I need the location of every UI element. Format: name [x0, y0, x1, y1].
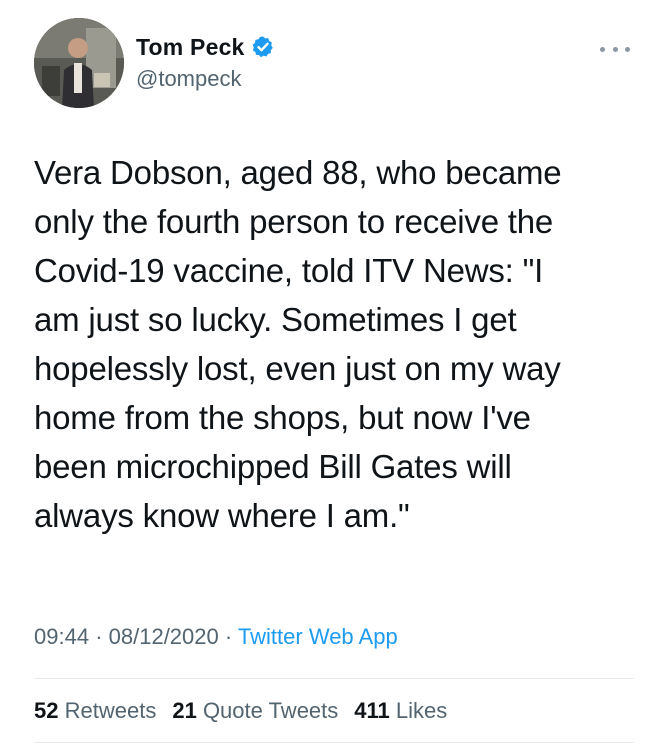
- likes-label: Likes: [395, 698, 448, 723]
- tweet-meta: 09:44 · 08/12/2020 · Twitter Web App: [34, 624, 398, 650]
- tweet-text-line: hopelessly lost, even just on my way: [34, 350, 561, 387]
- tweet-text-line: been microchipped Bill Gates will: [34, 448, 512, 485]
- author-names: Tom Peck @tompeck: [136, 32, 275, 92]
- tweet-text: Vera Dobson, aged 88, who became only th…: [34, 148, 634, 540]
- tweet-date[interactable]: 08/12/2020: [109, 624, 219, 649]
- likes-stat[interactable]: 411 Likes: [354, 698, 447, 724]
- tweet-text-line: Covid-19 vaccine, told ITV News: "I: [34, 252, 544, 289]
- tweet-stats: 52 Retweets 21 Quote Tweets 411 Likes: [34, 698, 447, 724]
- tweet-text-line: am just so lucky. Sometimes I get: [34, 301, 517, 338]
- more-dot: [600, 46, 605, 52]
- quote-tweets-count: 21: [172, 698, 197, 723]
- tweet-text-line: Vera Dobson, aged 88, who became: [34, 154, 562, 191]
- likes-count: 411: [354, 698, 390, 723]
- display-name[interactable]: Tom Peck: [136, 34, 245, 61]
- tweet-time[interactable]: 09:44: [34, 624, 89, 649]
- more-dot: [612, 46, 618, 52]
- meta-separator: ·: [224, 624, 233, 649]
- tweet-header: Tom Peck @tompeck: [34, 18, 634, 108]
- display-name-row: Tom Peck: [136, 32, 275, 62]
- tweet-card: Tom Peck @tompeck Vera Dobson, aged 88, …: [0, 0, 662, 750]
- quote-tweets-stat[interactable]: 21 Quote Tweets: [172, 698, 338, 724]
- author-handle[interactable]: @tompeck: [136, 66, 275, 92]
- avatar-image: [34, 18, 124, 108]
- retweets-count: 52: [34, 698, 59, 723]
- meta-separator: ·: [95, 624, 103, 649]
- verified-badge-icon: [252, 36, 273, 58]
- divider: [34, 678, 634, 679]
- retweets-label: Retweets: [64, 698, 157, 723]
- avatar[interactable]: [34, 18, 124, 108]
- tweet-source[interactable]: Twitter Web App: [238, 624, 398, 649]
- more-options-icon[interactable]: [600, 42, 630, 56]
- tweet-text-line: only the fourth person to receive the: [34, 203, 554, 240]
- divider: [34, 742, 634, 743]
- retweets-stat[interactable]: 52 Retweets: [34, 698, 156, 724]
- quote-tweets-label: Quote Tweets: [202, 698, 339, 723]
- tweet-text-line: always know where I am.": [34, 497, 410, 534]
- tweet-text-line: home from the shops, but now I've: [34, 399, 531, 436]
- more-dot: [625, 46, 630, 52]
